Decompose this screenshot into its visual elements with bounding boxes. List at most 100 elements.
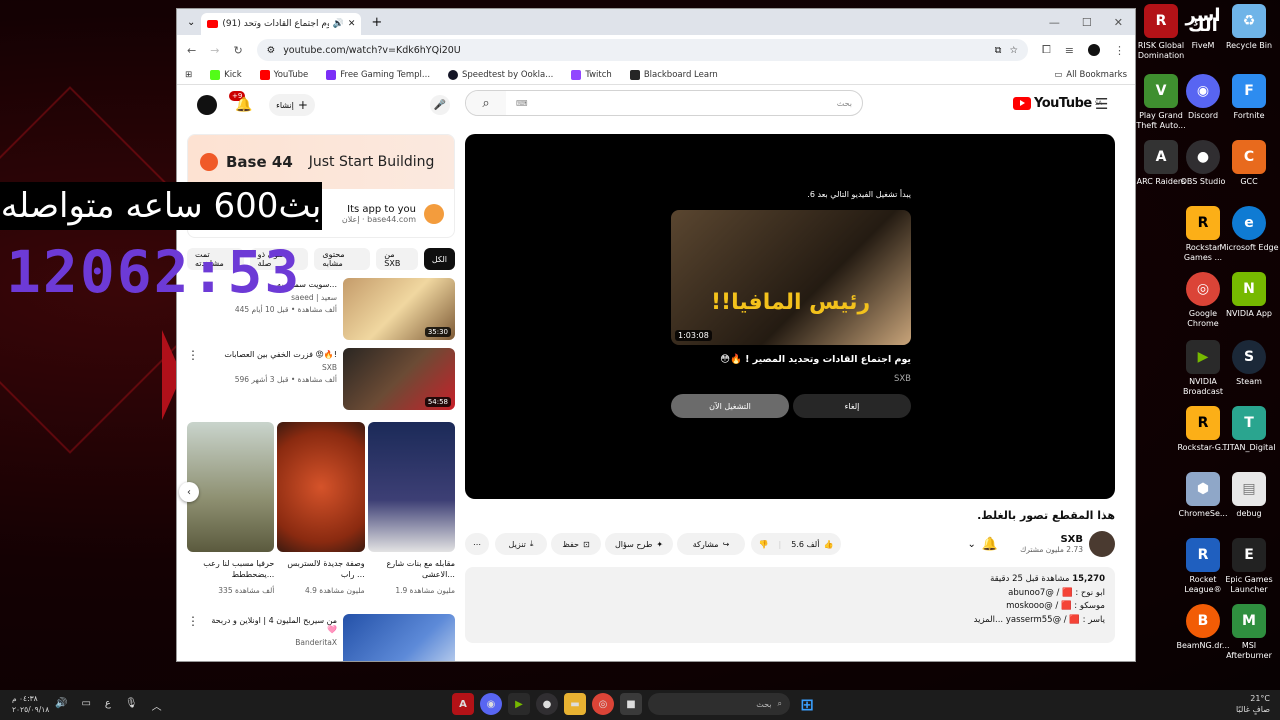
video-thumbnail[interactable]: 35:30 (343, 278, 455, 340)
subscribed-bell-icon[interactable]: 🔔 (982, 537, 998, 552)
cancel-autoplay-button[interactable]: إلغاء (793, 394, 911, 418)
discord-icon[interactable]: ◉ (480, 693, 502, 715)
obs-icon[interactable]: ● (536, 693, 558, 715)
related-video[interactable]: ⋮ من سيربح المليون 4 | اونلاين و دربحة 🩷… (187, 614, 455, 661)
profile-icon[interactable] (1088, 44, 1100, 56)
taskbar-app-icon[interactable]: A (452, 693, 474, 715)
recycle-bin-icon: ♻ (1232, 4, 1266, 38)
microphone-icon[interactable]: 🎙 (125, 698, 138, 713)
video-description[interactable]: 15,270 مشاهدة قبل 25 دقيقة ابو نوح : 🟥 /… (465, 567, 1115, 643)
search-box[interactable]: بحث ⌨ ⌕ (465, 90, 863, 116)
like-dislike-button[interactable]: 👎 | 5.6 ألف 👍 (751, 533, 841, 555)
more-actions-icon[interactable]: ⋯ (465, 533, 489, 555)
create-button[interactable]: إنشاء + (269, 94, 315, 116)
desktop-icon-recycle-bin[interactable]: ♻ Recycle Bin (1218, 4, 1280, 51)
reload-icon[interactable]: ↻ (233, 44, 242, 57)
desktop-icon-gcc[interactable]: C GCC (1218, 140, 1280, 187)
site-info-icon[interactable]: ⚙ (267, 45, 276, 56)
desktop-icon-fortnite[interactable]: F Fortnite (1218, 74, 1280, 121)
tab-close-icon[interactable]: ✕ (348, 19, 356, 29)
desktop-icon-steam[interactable]: S Steam (1218, 340, 1280, 387)
bookmark-free-gaming[interactable]: Free Gaming Templ... (326, 69, 430, 80)
show-more-link[interactable]: ...المزيد (974, 615, 1004, 625)
desktop-icon-nvidia-app[interactable]: N NVIDIA App (1218, 272, 1280, 319)
install-icon[interactable]: ⧉ (995, 45, 1002, 56)
voice-search-icon[interactable]: 🎤 (430, 95, 450, 115)
chrome-icon[interactable]: ◎ (592, 693, 614, 715)
youtube-header: +9 🔔 إنشاء + 🎤 بحث ⌨ ⌕ YouTube SA ☰ (177, 85, 1135, 125)
notifications-bell-icon[interactable]: 🔔 (235, 97, 252, 113)
tab-search-icon[interactable]: ⌄ (181, 17, 201, 28)
shorts-prev-arrow-icon[interactable]: ‹ (179, 482, 199, 502)
short-thumbnail[interactable] (187, 422, 275, 552)
bookmark-blackboard[interactable]: Blackboard Learn (629, 69, 718, 80)
media-icon[interactable]: ≡ (1065, 44, 1074, 57)
forward-icon[interactable]: → (210, 44, 219, 57)
save-button[interactable]: حفظ ⊡ (551, 533, 601, 555)
search-button[interactable]: ⌕ (466, 91, 506, 115)
bookmark-speedtest[interactable]: Speedtest by Ookla... (448, 69, 553, 80)
maximize-icon[interactable]: ☐ (1082, 16, 1092, 29)
network-icon[interactable]: ▭ (81, 698, 90, 713)
desktop-icon-msi[interactable]: M MSI Afterburner (1218, 604, 1280, 661)
dislike-icon[interactable]: 👎 (759, 540, 769, 549)
all-bookmarks[interactable]: ▭ All Bookmarks (1054, 70, 1127, 80)
volume-icon[interactable]: 🔊 (55, 698, 67, 713)
start-windows-icon[interactable]: ⊞ (796, 693, 818, 715)
file-explorer-icon[interactable]: ▬ (564, 693, 586, 715)
bookmark-youtube[interactable]: YouTube (259, 69, 308, 80)
bookmark-twitch[interactable]: Twitch (571, 69, 612, 80)
related-video[interactable]: ⋮ فزرت الخفي بين العصابات 😡🔥! SXB 596 ألف … (187, 348, 455, 410)
short-thumbnail[interactable] (277, 422, 365, 552)
discord-icon: ◉ (1186, 74, 1220, 108)
taskbar-search[interactable]: بحث ⌕ (648, 693, 790, 715)
language-indicator[interactable]: ع (105, 698, 111, 713)
video-player[interactable]: يبدأ تشغيل الفيديو التالي بعد 6. رئيس ال… (465, 134, 1115, 499)
chip-from-sxb[interactable]: من SXB (376, 248, 418, 270)
back-icon[interactable]: ← (187, 44, 196, 57)
terminal-icon[interactable]: ■ (620, 693, 642, 715)
video-thumbnail[interactable] (343, 614, 455, 661)
minimize-icon[interactable]: — (1049, 16, 1060, 29)
keyboard-icon[interactable]: ⌨ (516, 99, 528, 108)
tray-chevron-icon[interactable]: ︿ (152, 698, 162, 713)
youtube-logo[interactable]: YouTube SA (1013, 96, 1102, 111)
bookmark-star-icon[interactable]: ☆ (1009, 45, 1018, 56)
short-thumbnail[interactable] (367, 422, 455, 552)
chevron-down-icon[interactable]: ⌄ (968, 539, 976, 550)
rockstar-icon: R (1186, 206, 1220, 240)
menu-icon[interactable]: ⋮ (1114, 44, 1125, 57)
shorts-shelf: ‹ (179, 422, 455, 552)
desktop-icon-debug[interactable]: ▤ debug (1218, 472, 1280, 519)
weather-widget[interactable]: 21°C صافٍ غالبًا (1236, 693, 1270, 715)
account-avatar[interactable] (197, 95, 217, 115)
short-caption[interactable]: مقابله مع بنات شارع الاعشى... 1.9 مليون م… (368, 558, 455, 596)
clock[interactable]: ٠٤:٣٨ م ٢٠٢٥/٠٩/١٨ (12, 693, 49, 715)
new-tab-icon[interactable]: + (361, 15, 392, 30)
channel-name[interactable]: SXB (1020, 534, 1083, 545)
video-thumbnail[interactable]: 54:58 (343, 348, 455, 410)
ask-button[interactable]: طرح سؤال ✦ (605, 533, 673, 555)
close-window-icon[interactable]: ✕ (1114, 16, 1123, 29)
chip-all[interactable]: الكل (423, 248, 455, 270)
desktop-icon-epic[interactable]: E Epic Games Launcher (1218, 538, 1280, 595)
next-video-thumbnail[interactable]: رئيس المافيا!! 1:03:08 (671, 210, 911, 345)
desktop-icon-edge[interactable]: e Microsoft Edge (1218, 206, 1280, 253)
url-field[interactable]: ⚙ youtube.com/watch?v=Kdk6hYQi20U ⧉ ☆ (256, 39, 1028, 61)
guide-menu-icon[interactable]: ☰ (1095, 95, 1108, 113)
tab-youtube[interactable]: (91) يوم اجتماع القادات وتحد... 🔊 ✕ (201, 13, 362, 35)
chip-similar[interactable]: محتوى مشابه (314, 248, 371, 270)
extensions-icon[interactable]: ⧠ (1042, 43, 1051, 57)
more-options-icon[interactable]: ⋮ (187, 348, 199, 410)
bookmark-kick[interactable]: Kick (210, 69, 242, 80)
play-now-button[interactable]: التشغيل الآن (671, 394, 789, 418)
short-caption[interactable]: وصفة جديدة لالستربس راب ... 4.9 مليون مشا… (277, 558, 364, 596)
nvidia-broadcast-icon[interactable]: ▶ (508, 693, 530, 715)
desktop-icon-titan[interactable]: T TITAN_Digital (1218, 406, 1280, 453)
more-options-icon[interactable]: ⋮ (187, 614, 199, 661)
short-caption[interactable]: حرفيا مسبب لنا رعب يضحططط... 335 ألف مشاه… (187, 558, 274, 596)
apps-grid-icon[interactable]: ⊞ (185, 70, 192, 80)
download-button[interactable]: تنزيل ⤓ (495, 533, 547, 555)
channel-avatar[interactable] (1089, 531, 1115, 557)
share-button[interactable]: مشاركة ↪ (677, 533, 745, 555)
